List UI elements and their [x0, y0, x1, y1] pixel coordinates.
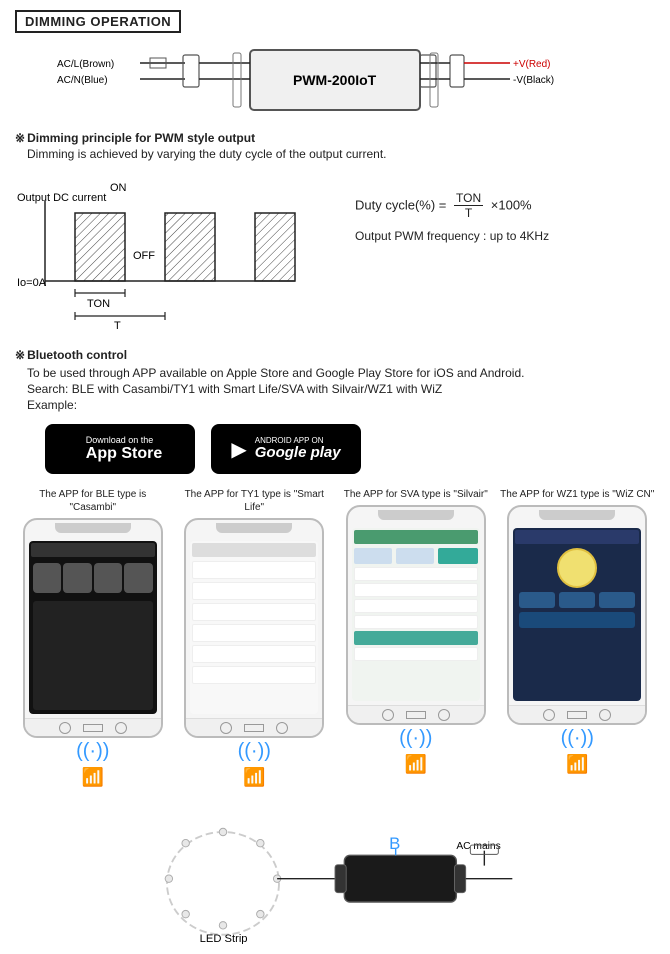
phone-casambi-frame	[23, 518, 163, 738]
phone-smartlife-frame	[184, 518, 324, 738]
svg-text:OFF: OFF	[133, 250, 155, 262]
app-store-button[interactable]: Download on the App Store	[45, 424, 195, 474]
svg-text:AC mains: AC mains	[456, 841, 500, 852]
svg-text:PWM-200IoT: PWM-200IoT	[293, 72, 377, 88]
bottom-diagram: LED Strip B AC mains	[15, 804, 655, 944]
phone-casambi-screen	[29, 541, 157, 714]
bt-example: Example:	[15, 398, 655, 412]
phone-casambi: The APP for BLE type is "Casambi" ((·))	[15, 488, 171, 788]
pwm-area: Output DC current ON Io=0A OFF	[15, 171, 655, 334]
formula-prefix: Duty cycle(%) =	[355, 197, 446, 212]
svg-text:-V(Black): -V(Black)	[513, 75, 554, 86]
svg-text:AC/N(Blue): AC/N(Blue)	[57, 75, 108, 86]
svg-text:TON: TON	[87, 298, 110, 310]
svg-text:ON: ON	[110, 182, 127, 194]
app-buttons-row: Download on the App Store ▶ ANDROID APP …	[45, 424, 655, 474]
phone-wiz-bt: 📶	[566, 754, 588, 775]
dimming-title: Dimming principle for PWM style output	[15, 131, 655, 145]
phone-wiz-caption: The APP for WZ1 type is "WiZ CN"	[500, 488, 654, 501]
phone-casambi-caption: The APP for BLE type is "Casambi"	[15, 488, 171, 514]
section-header: DIMMING OPERATION	[15, 10, 655, 33]
svg-text:AC/L(Brown): AC/L(Brown)	[57, 59, 114, 70]
pwm-formula: Duty cycle(%) = TON T ×100% Output PWM f…	[335, 171, 655, 243]
svg-text:T: T	[114, 320, 121, 331]
phone-smartlife-bt: 📶	[243, 767, 265, 788]
dimming-principle-text: Dimming principle for PWM style output D…	[15, 131, 655, 161]
formula-suffix: ×100%	[491, 197, 532, 212]
phone-wiz-screen	[513, 528, 641, 701]
phone-silvair-bt: 📶	[405, 754, 427, 775]
duty-cycle-formula: Duty cycle(%) = TON T ×100%	[355, 191, 655, 221]
phone-smartlife-wifi: ((·))	[238, 740, 271, 763]
svg-text:B: B	[389, 834, 400, 853]
pwm-svg: Output DC current ON Io=0A OFF	[15, 171, 315, 331]
phone-casambi-wifi: ((·))	[76, 740, 109, 763]
phone-silvair-caption: The APP for SVA type is "Silvair"	[344, 488, 488, 501]
phone-wiz-wifi: ((·))	[561, 727, 594, 750]
pwm-waveform: Output DC current ON Io=0A OFF	[15, 171, 335, 334]
google-play-button[interactable]: ▶ ANDROID APP ON Google play	[211, 424, 361, 474]
dimming-description: Dimming is achieved by varying the duty …	[15, 147, 655, 161]
google-play-line2: Google play	[255, 445, 341, 462]
freq-text: Output PWM frequency : up to 4KHz	[355, 229, 655, 243]
bluetooth-section: Bluetooth control To be used through APP…	[15, 348, 655, 412]
phone-silvair-screen	[352, 528, 480, 701]
phone-silvair-wifi: ((·))	[399, 727, 432, 750]
svg-text:Output DC current: Output DC current	[17, 192, 106, 204]
google-play-text: ANDROID APP ON Google play	[255, 436, 341, 462]
svg-text:LED Strip: LED Strip	[200, 933, 248, 944]
app-store-text: Download on the App Store	[86, 435, 162, 463]
svg-text:+V(Red): +V(Red)	[513, 59, 551, 70]
app-store-line1: Download on the	[86, 435, 162, 445]
bt-description: To be used through APP available on Appl…	[15, 366, 655, 380]
bt-search: Search: BLE with Casambi/TY1 with Smart …	[15, 382, 655, 396]
formula-denominator: T	[463, 206, 474, 220]
phone-smartlife: The APP for TY1 type is "Smart Life" ((·…	[177, 488, 333, 788]
section-title: DIMMING OPERATION	[15, 10, 181, 33]
phone-silvair-frame	[346, 505, 486, 725]
formula-numerator: TON	[454, 191, 483, 206]
phone-wiz: The APP for WZ1 type is "WiZ CN"	[500, 488, 656, 775]
wiring-diagram: AC/L(Brown) AC/N(Blue) PWM-200IoT +V(Red…	[15, 45, 655, 115]
app-store-line2: App Store	[86, 445, 162, 463]
bluetooth-title: Bluetooth control	[15, 348, 655, 362]
wiring-svg: AC/L(Brown) AC/N(Blue) PWM-200IoT +V(Red…	[55, 45, 615, 115]
phone-wiz-frame	[507, 505, 647, 725]
svg-text:Io=0A: Io=0A	[17, 277, 47, 289]
phone-smartlife-screen	[190, 541, 318, 714]
fraction: TON T	[454, 191, 483, 221]
phone-silvair: The APP for SVA type is "Silvair"	[338, 488, 494, 775]
phone-casambi-bt: 📶	[82, 767, 104, 788]
google-play-icon: ▶	[231, 437, 246, 462]
phone-smartlife-caption: The APP for TY1 type is "Smart Life"	[177, 488, 333, 514]
phones-row: The APP for BLE type is "Casambi" ((·))	[15, 488, 655, 788]
bottom-svg: LED Strip B AC mains	[135, 804, 535, 944]
